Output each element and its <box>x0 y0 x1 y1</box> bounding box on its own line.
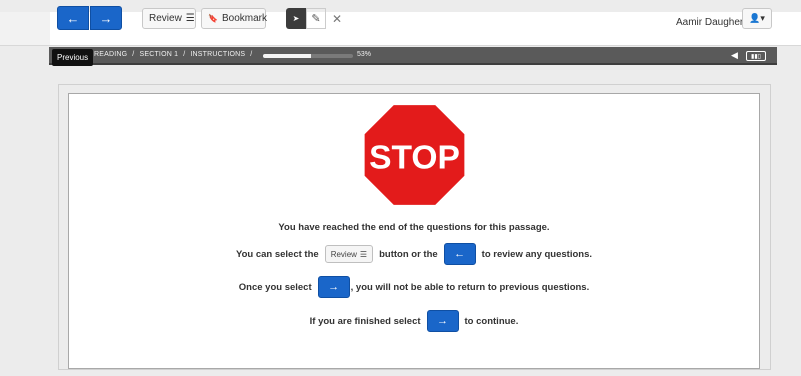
inline-previous-button: ← <box>443 243 476 265</box>
list-icon: ☰ <box>359 249 368 259</box>
breadcrumb-bar: READING / SECTION 1 / INSTRUCTIONS / 53%… <box>49 47 777 65</box>
battery-icon: ▮▮▯ <box>746 51 766 61</box>
instruction-text: button or the <box>379 248 438 260</box>
review-button[interactable]: Review ☰ <box>142 8 196 29</box>
instruction-line-4: If you are finished select → to continue… <box>68 310 760 332</box>
progress-bar <box>263 54 353 58</box>
instruction-line-3: Once you select → , you will not be able… <box>68 276 760 298</box>
breadcrumb-item: INSTRUCTIONS <box>190 51 246 58</box>
instruction-text: to review any questions. <box>481 248 593 260</box>
inline-next-button: → <box>426 310 459 332</box>
arrow-left-icon: ← <box>454 248 466 260</box>
toolbar-left-shade <box>0 12 50 45</box>
next-button[interactable]: → <box>90 6 122 30</box>
bookmark-label: Bookmark <box>221 13 267 24</box>
inline-review-button: Review ☰ <box>324 245 374 263</box>
bookmark-button[interactable]: 🔖 Bookmark <box>201 8 267 29</box>
breadcrumb-separator: / <box>250 51 253 58</box>
breadcrumb-item: SECTION 1 <box>139 51 179 58</box>
bookmark-icon: 🔖 <box>208 14 218 23</box>
user-icon: 👤▾ <box>749 13 765 23</box>
stop-text: STOP <box>369 140 460 177</box>
pointer-tool-button[interactable]: ➤ <box>286 8 306 29</box>
review-label: Review <box>149 13 182 24</box>
instruction-text: You have reached the end of the question… <box>278 222 550 233</box>
note-icon: ✎ <box>311 13 321 25</box>
stop-sign-icon: STOP <box>363 104 466 206</box>
breadcrumb-item: READING <box>94 51 128 58</box>
instruction-text: Once you select <box>238 281 312 293</box>
breadcrumb: READING / SECTION 1 / INSTRUCTIONS / <box>94 51 252 58</box>
breadcrumb-separator: / <box>132 51 135 58</box>
speaker-icon[interactable]: ◀ <box>731 50 738 61</box>
previous-button[interactable]: ← <box>57 6 89 30</box>
instruction-text: You can select the <box>235 248 319 260</box>
pointer-icon: ➤ <box>292 14 300 23</box>
close-tool-button[interactable]: ✕ <box>327 8 347 29</box>
arrow-right-icon: → <box>99 10 113 26</box>
breadcrumb-separator: / <box>183 51 186 58</box>
arrow-right-icon: → <box>328 281 340 293</box>
review-label: Review <box>330 249 357 259</box>
note-tool-button[interactable]: ✎ <box>306 8 326 29</box>
previous-tooltip: Previous <box>52 49 94 66</box>
arrow-left-icon: ← <box>66 10 80 26</box>
instruction-text: , you will not be able to return to prev… <box>350 281 590 293</box>
user-menu-button[interactable]: 👤▾ <box>742 8 772 29</box>
list-icon: ☰ <box>185 13 195 24</box>
instruction-text: to continue. <box>464 315 519 327</box>
progress-fill <box>263 54 311 58</box>
inline-next-button: → <box>317 276 350 298</box>
user-name: Aamir Daugherty <box>676 17 752 28</box>
progress-percent: 53% <box>357 51 372 58</box>
instruction-text: If you are finished select <box>309 315 421 327</box>
instruction-line-1: You have reached the end of the question… <box>68 222 760 233</box>
arrow-right-icon: → <box>437 315 449 327</box>
close-icon: ✕ <box>331 11 343 26</box>
instruction-line-2: You can select the Review ☰ button or th… <box>68 243 760 265</box>
